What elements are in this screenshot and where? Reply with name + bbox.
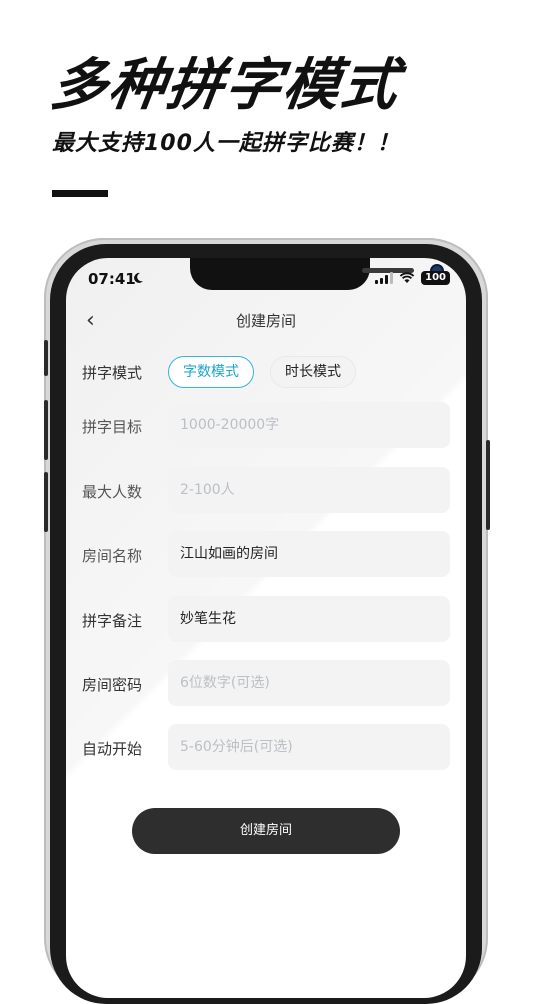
battery-icon: 100 xyxy=(421,271,450,285)
target-label: 拼字目标 xyxy=(82,418,143,436)
power-button xyxy=(486,440,490,530)
note-input[interactable]: 妙笔生花 xyxy=(168,596,450,642)
moon-icon xyxy=(134,272,143,283)
phone-screen: 07:41 100 ‹ 创建房间 拼字模式 字数模式 时长模式 拼字目标 100… xyxy=(66,258,466,998)
mute-switch xyxy=(44,340,48,376)
status-indicators: 100 xyxy=(375,271,450,285)
room-name-label: 房间名称 xyxy=(82,547,143,565)
max-people-input[interactable]: 2-100人 xyxy=(168,467,450,513)
mode-label: 拼字模式 xyxy=(82,364,143,382)
max-people-label: 最大人数 xyxy=(82,483,143,501)
room-name-input[interactable]: 江山如画的房间 xyxy=(168,531,450,577)
mode-option-duration[interactable]: 时长模式 xyxy=(270,356,356,388)
password-input[interactable]: 6位数字(可选) xyxy=(168,660,450,706)
volume-down-button xyxy=(44,472,48,532)
wifi-icon xyxy=(399,272,415,283)
notch xyxy=(190,258,442,290)
status-time: 07:41 xyxy=(88,270,136,288)
promo-subtitle: 最大支持100人一起拼字比赛！！ xyxy=(52,131,400,156)
volume-up-button xyxy=(44,400,48,460)
target-input[interactable]: 1000-20000字 xyxy=(168,402,450,448)
note-label: 拼字备注 xyxy=(82,612,143,630)
auto-start-label: 自动开始 xyxy=(82,740,143,758)
page-title: 创建房间 xyxy=(235,312,296,330)
create-room-button[interactable]: 创建房间 xyxy=(132,808,400,854)
promo-divider xyxy=(52,190,108,197)
password-label: 房间密码 xyxy=(82,676,143,694)
promo-title: 多种拼字模式 xyxy=(46,53,404,118)
signal-icon xyxy=(375,272,394,284)
mode-option-word-count[interactable]: 字数模式 xyxy=(168,356,254,388)
auto-start-input[interactable]: 5-60分钟后(可选) xyxy=(168,724,450,770)
